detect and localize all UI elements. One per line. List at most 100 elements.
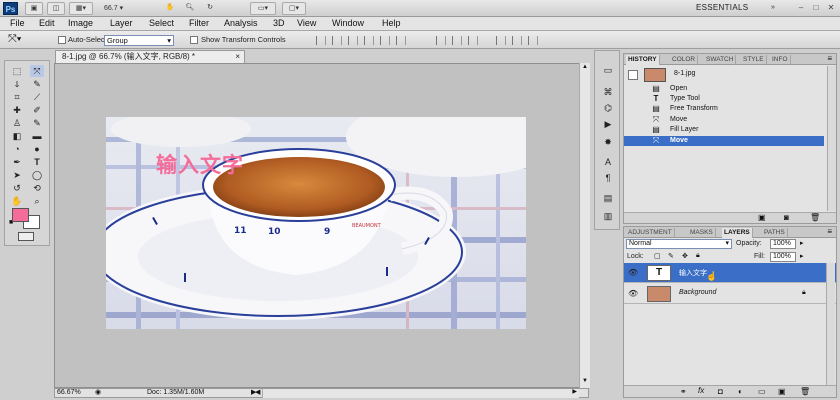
align-bottom-icon[interactable] — [348, 36, 358, 45]
menu-layer[interactable]: Layer — [110, 18, 133, 28]
zoom-tool[interactable]: ⌕ — [30, 195, 44, 207]
history-step-open[interactable]: ▤ Open — [624, 84, 824, 94]
layer-comps-icon[interactable]: ▥ — [601, 211, 615, 222]
tool-presets-icon[interactable]: ⌘ — [601, 87, 615, 98]
zoom-tool-button[interactable]: 🔍︎ — [183, 2, 197, 15]
lock-pixels-icon[interactable]: ✎ — [668, 252, 674, 260]
minimize-button[interactable]: – — [796, 3, 806, 13]
screen-mode-button[interactable]: ▢▾ — [282, 2, 306, 15]
move-tool[interactable]: ⤧ — [30, 65, 44, 77]
move-tool-preset-icon[interactable]: ⤧▾ — [8, 33, 21, 46]
opacity-slider-arrow-icon[interactable]: ▸ — [800, 239, 804, 247]
gradient-tool[interactable]: ▬ — [30, 130, 44, 142]
trash-icon[interactable]: 🗑︎ — [800, 387, 810, 396]
text-layer-content[interactable]: 输入文字 — [156, 149, 244, 179]
close-button[interactable]: ✕ — [826, 3, 836, 13]
blend-mode-select[interactable]: Normal ▾ — [626, 239, 732, 249]
menu-select[interactable]: Select — [149, 18, 174, 28]
distribute-hcenter-icon[interactable] — [512, 36, 522, 45]
fill-input[interactable]: 100% — [770, 252, 796, 262]
horizontal-scrollbar[interactable]: ▶ — [262, 389, 579, 398]
brush-tool[interactable]: ✐ — [30, 104, 44, 116]
layer-row-text[interactable]: 👁︎ T 输入文字 ☝ — [624, 263, 836, 283]
path-select-tool[interactable]: ➤ — [10, 169, 24, 181]
photo-teacup[interactable]: 11 10 9 BEAUMONT 输入文字 — [106, 117, 526, 329]
add-mask-icon[interactable]: ◘ — [718, 387, 723, 396]
document-tab[interactable]: 8-1.jpg @ 66.7% (输入文字, RGB/8) * × — [55, 50, 245, 63]
actions-icon[interactable]: ▶ — [601, 119, 615, 130]
bridge-button[interactable]: ▣ — [25, 2, 43, 15]
eye-icon[interactable]: 👁︎ — [628, 268, 638, 277]
quick-select-tool[interactable]: ✎ — [30, 78, 44, 90]
new-layer-icon[interactable]: ▣ — [778, 387, 786, 396]
menu-file[interactable]: File — [10, 18, 25, 28]
tab-history[interactable]: HISTORY — [626, 55, 660, 65]
crop-tool[interactable]: ⌗ — [10, 91, 24, 103]
layers-scrollbar[interactable] — [826, 263, 835, 385]
history-step-fill-layer[interactable]: ▤ Fill Layer — [624, 125, 824, 135]
history-scrollbar[interactable] — [827, 66, 836, 211]
eye-icon[interactable]: 👁︎ — [628, 289, 638, 298]
menu-image[interactable]: Image — [68, 18, 93, 28]
workspace-switcher[interactable]: ESSENTIALS — [696, 3, 748, 12]
align-right-icon[interactable] — [396, 36, 406, 45]
history-snapshot[interactable]: 8-1.jpg — [624, 67, 824, 83]
paragraph-icon[interactable]: ¶ — [601, 173, 615, 184]
lock-all-icon[interactable]: 🔒︎ — [696, 252, 700, 260]
history-brush-tool[interactable]: ✎ — [30, 117, 44, 129]
tab-paths[interactable]: PATHS — [762, 228, 788, 238]
distribute-bottom-icon[interactable] — [468, 36, 478, 45]
menu-help[interactable]: Help — [382, 18, 401, 28]
close-tab-icon[interactable]: × — [235, 51, 240, 63]
panel-menu-icon[interactable]: ≡ — [827, 54, 832, 63]
new-group-icon[interactable]: ▭ — [758, 387, 766, 396]
hand-tool-button[interactable]: ✋ — [163, 2, 177, 15]
layer-name-text[interactable]: 输入文字 — [679, 268, 707, 278]
hand-tool[interactable]: ✋ — [10, 195, 24, 207]
menu-filter[interactable]: Filter — [189, 18, 209, 28]
distribute-top-icon[interactable] — [436, 36, 446, 45]
menu-analysis[interactable]: Analysis — [224, 18, 258, 28]
type-tool[interactable]: T — [30, 156, 44, 168]
pen-tool[interactable]: ✒ — [10, 156, 24, 168]
layer-name-background[interactable]: Background — [679, 289, 716, 296]
workspace-menu-arrow[interactable]: » — [767, 2, 779, 15]
brush-presets-icon[interactable]: ✸ — [601, 137, 615, 148]
notes-icon[interactable]: ▤ — [601, 193, 615, 204]
layer-row-background[interactable]: 👁︎ Background 🔒︎ — [624, 284, 836, 304]
dodge-tool[interactable]: ● — [30, 143, 44, 155]
auto-select-dropdown[interactable]: Group ▾ — [104, 35, 174, 46]
lock-position-icon[interactable]: ✥ — [682, 252, 688, 260]
eyedropper-tool[interactable]: ⟋ — [30, 91, 44, 103]
eraser-tool[interactable]: ◧ — [10, 130, 24, 142]
trash-icon[interactable]: 🗑︎ — [810, 213, 820, 222]
maximize-button[interactable]: □ — [811, 3, 821, 13]
new-snapshot-icon[interactable]: ◙ — [784, 213, 789, 222]
layer-style-icon[interactable]: fx — [698, 386, 704, 395]
tab-styles[interactable]: STYLE — [741, 55, 767, 65]
menu-3d[interactable]: 3D — [273, 18, 285, 28]
vertical-scrollbar[interactable]: ▲ ▼ — [579, 63, 590, 388]
panel-menu-icon[interactable]: ≡ — [827, 227, 832, 236]
align-vcenter-icon[interactable] — [332, 36, 342, 45]
opacity-input[interactable]: 100% — [770, 239, 796, 249]
mini-bridge-button[interactable]: ◫ — [47, 2, 65, 15]
auto-select-checkbox[interactable] — [58, 36, 66, 44]
healing-brush-tool[interactable]: ✚ — [10, 104, 24, 116]
lasso-tool[interactable]: ↆ — [10, 78, 24, 90]
status-icon[interactable]: ◉ — [95, 389, 101, 397]
lock-transparency-icon[interactable]: ▢ — [654, 252, 661, 260]
align-left-icon[interactable] — [364, 36, 374, 45]
blur-tool[interactable]: ◔ — [10, 143, 24, 155]
rotate-view-button[interactable]: ↻ — [203, 2, 217, 15]
menu-edit[interactable]: Edit — [39, 18, 55, 28]
character-icon[interactable]: A — [601, 157, 615, 168]
view-extras-button[interactable]: ▦▾ — [69, 2, 93, 15]
marquee-tool[interactable]: ⬚ — [10, 65, 24, 77]
tab-color[interactable]: COLOR — [670, 55, 699, 65]
history-step-type-tool[interactable]: T Type Tool — [624, 94, 824, 104]
distribute-left-icon[interactable] — [496, 36, 506, 45]
navigator-icon[interactable]: ▭ — [601, 65, 615, 76]
tab-swatches[interactable]: SWATCH — [704, 55, 737, 65]
zoom-percentage[interactable]: 66.67% — [57, 389, 81, 397]
